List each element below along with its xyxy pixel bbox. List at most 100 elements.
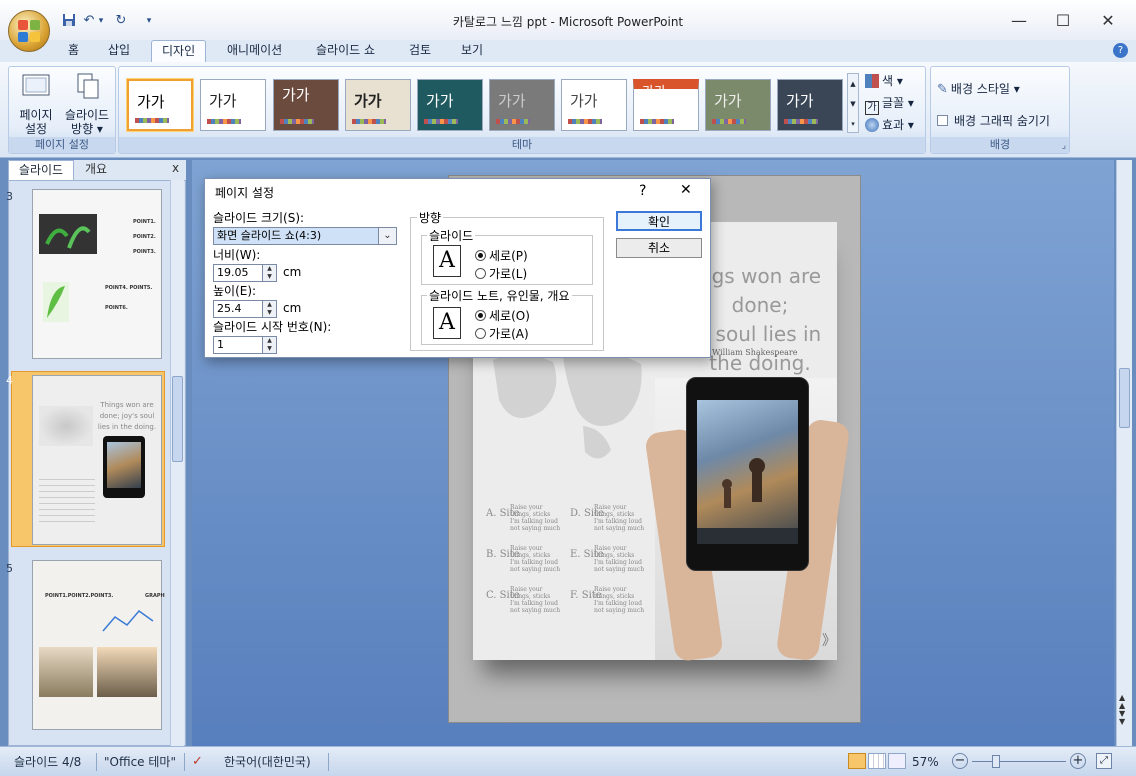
slides-landscape-radio[interactable]: 가로(L) [475, 265, 527, 282]
pane-scroll-thumb [172, 376, 183, 462]
orientation-label: 방향 [417, 209, 444, 226]
office-logo-icon [18, 20, 40, 42]
background-dialog-launcher-icon[interactable]: ⌟ [1062, 141, 1066, 151]
width-spinner-icon[interactable]: ▲ ▼ [263, 264, 277, 282]
theme-4[interactable]: 가가 [345, 79, 411, 131]
pane-tabs: 슬라이드 개요 x [8, 160, 186, 180]
slide-size-select[interactable]: 화면 슬라이드 쇼(4:3) [213, 227, 379, 245]
spell-check-icon[interactable]: ✓ [192, 752, 203, 772]
page-setup-button[interactable]: 페이지 설정 [13, 73, 59, 136]
maximize-button[interactable]: ☐ [1040, 8, 1086, 34]
pane-scrollbar[interactable] [170, 180, 184, 746]
theme-7[interactable]: 가가 [561, 79, 627, 131]
slide-orientation-label-1: 슬라이드 [64, 108, 110, 122]
page-setup-dialog: 페이지 설정 ? ✕ 슬라이드 크기(S): 화면 슬라이드 쇼(4:3) ⌄ … [204, 178, 711, 358]
ok-button[interactable]: 확인 [616, 211, 702, 231]
slides-portrait-radio[interactable]: 세로(P) [475, 247, 528, 264]
theme-gallery-scroll[interactable]: ▲ ▼ ▾ [847, 73, 859, 133]
theme-9[interactable]: 가가 [705, 79, 771, 131]
status-language[interactable]: 한국어(대한민국) [224, 752, 311, 772]
notes-portrait-radio[interactable]: 세로(O) [475, 307, 530, 324]
status-theme-name[interactable]: "Office 테마" [104, 752, 176, 772]
tab-view[interactable]: 보기 [451, 40, 493, 62]
window-title: 카탈로그 느낌 ppt - Microsoft PowerPoint [452, 15, 684, 29]
group-page-setup: 페이지 설정 슬라이드 방향 ▾ 페이지 설정 [8, 66, 116, 154]
theme-6[interactable]: 가가 [489, 79, 555, 131]
slide-orientation-icon [77, 73, 99, 99]
tab-slides[interactable]: 슬라이드 [8, 160, 74, 180]
zoom-slider-thumb[interactable] [992, 755, 1000, 768]
tab-slideshow[interactable]: 슬라이드 쇼 [306, 40, 385, 62]
tab-outline[interactable]: 개요 [76, 160, 116, 180]
dialog-help-button[interactable]: ? [639, 183, 646, 199]
zoom-slider-track[interactable] [972, 761, 1066, 762]
help-icon[interactable]: ? [1113, 43, 1128, 58]
themes-group-label: 테마 [119, 137, 925, 153]
zoom-in-icon[interactable]: + [1070, 753, 1086, 769]
theme-colors-button[interactable]: 색 ▾ [865, 71, 903, 91]
minimize-button[interactable]: — [996, 8, 1042, 34]
office-button[interactable] [8, 10, 50, 52]
hide-graphics-checkbox [937, 115, 948, 126]
start-number-input[interactable]: 1 [213, 336, 263, 354]
site-b-text: Raise your things, sticks I'm talking loud… [510, 545, 561, 573]
theme-8[interactable]: 가가 [633, 79, 699, 131]
slide-sorter-icon[interactable] [868, 753, 886, 769]
notes-portrait-preview-icon: A [433, 307, 461, 339]
tab-home[interactable]: 홈 [58, 40, 89, 62]
slide-scrollbar[interactable]: ▲ ▲ ▼ ▼ [1116, 160, 1132, 746]
start-number-spinner-icon[interactable]: ▲ ▼ [263, 336, 277, 354]
dialog-title: 페이지 설정 [215, 186, 275, 200]
slide-size-label: 슬라이드 크기(S): [213, 211, 305, 225]
theme-3[interactable]: 가가 [273, 79, 339, 131]
background-group-label: 배경 [931, 137, 1069, 153]
slide-size-dropdown-icon[interactable]: ⌄ [379, 227, 397, 245]
slide-orientation-button[interactable]: 슬라이드 방향 ▾ [61, 73, 113, 136]
slide-thumb-4[interactable]: Things won are done; joy's soul lies in … [32, 375, 162, 545]
page-setup-label-1: 페이지 [19, 108, 53, 122]
tab-review[interactable]: 검토 [399, 40, 441, 62]
paint-bucket-icon: ✎ [937, 82, 948, 97]
background-style-button[interactable]: ✎ 배경 스타일 ▾ [937, 79, 1020, 99]
theme-effects-button[interactable]: 효과 ▾ [865, 115, 914, 135]
slideshow-view-icon[interactable] [888, 753, 906, 769]
theme-5[interactable]: 가가 [417, 79, 483, 131]
slide-thumb-3[interactable]: POINT1. POINT2. POINT3. POINT4. POINT5. POI… [32, 189, 162, 359]
tab-insert[interactable]: 삽입 [98, 40, 140, 62]
pane-close-icon[interactable]: x [172, 161, 179, 175]
height-spinner-icon[interactable]: ▲ ▼ [263, 300, 277, 318]
theme-fonts-icon: 가 [865, 101, 879, 115]
thumb3-points: POINT1. POINT2. POINT3. [133, 219, 156, 255]
tab-design[interactable]: 디자인 [151, 40, 207, 62]
zoom-level[interactable]: 57% [912, 752, 939, 772]
thumb4-map-image [39, 406, 93, 446]
theme-effects-icon [865, 118, 879, 132]
zoom-out-icon[interactable]: − [952, 753, 968, 769]
theme-fonts-button[interactable]: 가 글꼴 ▾ [865, 93, 914, 115]
width-input[interactable]: 19.05 [213, 264, 263, 282]
notes-landscape-radio[interactable]: 가로(A) [475, 325, 529, 342]
tablet-screen-image [697, 400, 798, 544]
tab-animation[interactable]: 애니메이션 [217, 40, 292, 62]
normal-view-icon[interactable] [848, 753, 866, 769]
slide-thumb-5[interactable]: POINT1.POINT2.POINT3. GRAPH [32, 560, 165, 730]
thumb5-graph-label: GRAPH [145, 593, 165, 599]
slides-orientation-label: 슬라이드 [427, 227, 476, 244]
thumb4-quote: Things won are done; joy's soul lies in … [97, 401, 157, 431]
fit-to-window-icon[interactable]: ⤢ [1096, 753, 1112, 769]
slide-orientation-label-2: 방향 ▾ [71, 122, 103, 136]
thumb5-line-chart [99, 601, 159, 641]
cancel-button[interactable]: 취소 [616, 238, 702, 258]
close-button[interactable]: ✕ [1085, 8, 1131, 34]
thumb-number-3: 3 [6, 190, 13, 203]
slide-portrait-preview-icon: A [433, 245, 461, 277]
hide-background-graphics[interactable]: 배경 그래픽 숨기기 [937, 111, 1050, 131]
theme-2[interactable]: 가가 [200, 79, 266, 131]
theme-office[interactable]: 가가 [127, 79, 193, 131]
height-label: 높이(E): [213, 284, 257, 298]
theme-10[interactable]: 가가 [777, 79, 843, 131]
height-input[interactable]: 25.4 [213, 300, 263, 318]
ribbon-tabs: 홈 삽입 디자인 애니메이션 슬라이드 쇼 검토 보기 [0, 40, 1136, 62]
site-a-text: Raise your things, sticks I'm talking loud… [510, 504, 561, 532]
dialog-close-button[interactable]: ✕ [680, 182, 692, 198]
